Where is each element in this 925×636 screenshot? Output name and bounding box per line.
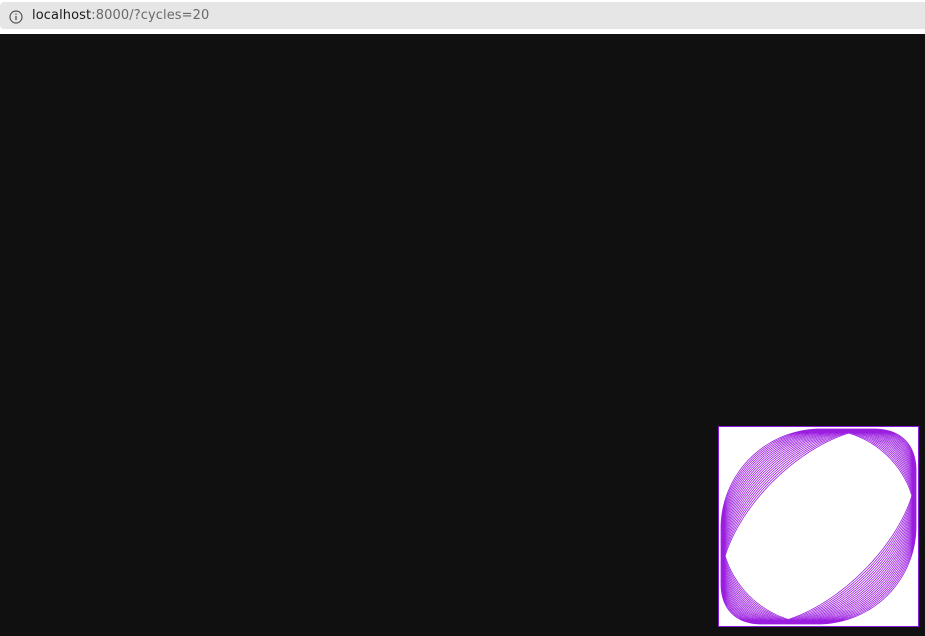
lissajous-canvas [718,426,919,627]
url-host: localhost [32,8,92,23]
url-text[interactable]: localhost:8000/?cycles=20 [32,8,209,23]
info-icon[interactable] [9,9,23,24]
url-path: :8000/?cycles=20 [91,8,210,23]
browser-toolbar: localhost:8000/?cycles=20 [0,0,925,34]
lissajous-curve [719,427,918,626]
address-bar[interactable]: localhost:8000/?cycles=20 [0,2,925,29]
